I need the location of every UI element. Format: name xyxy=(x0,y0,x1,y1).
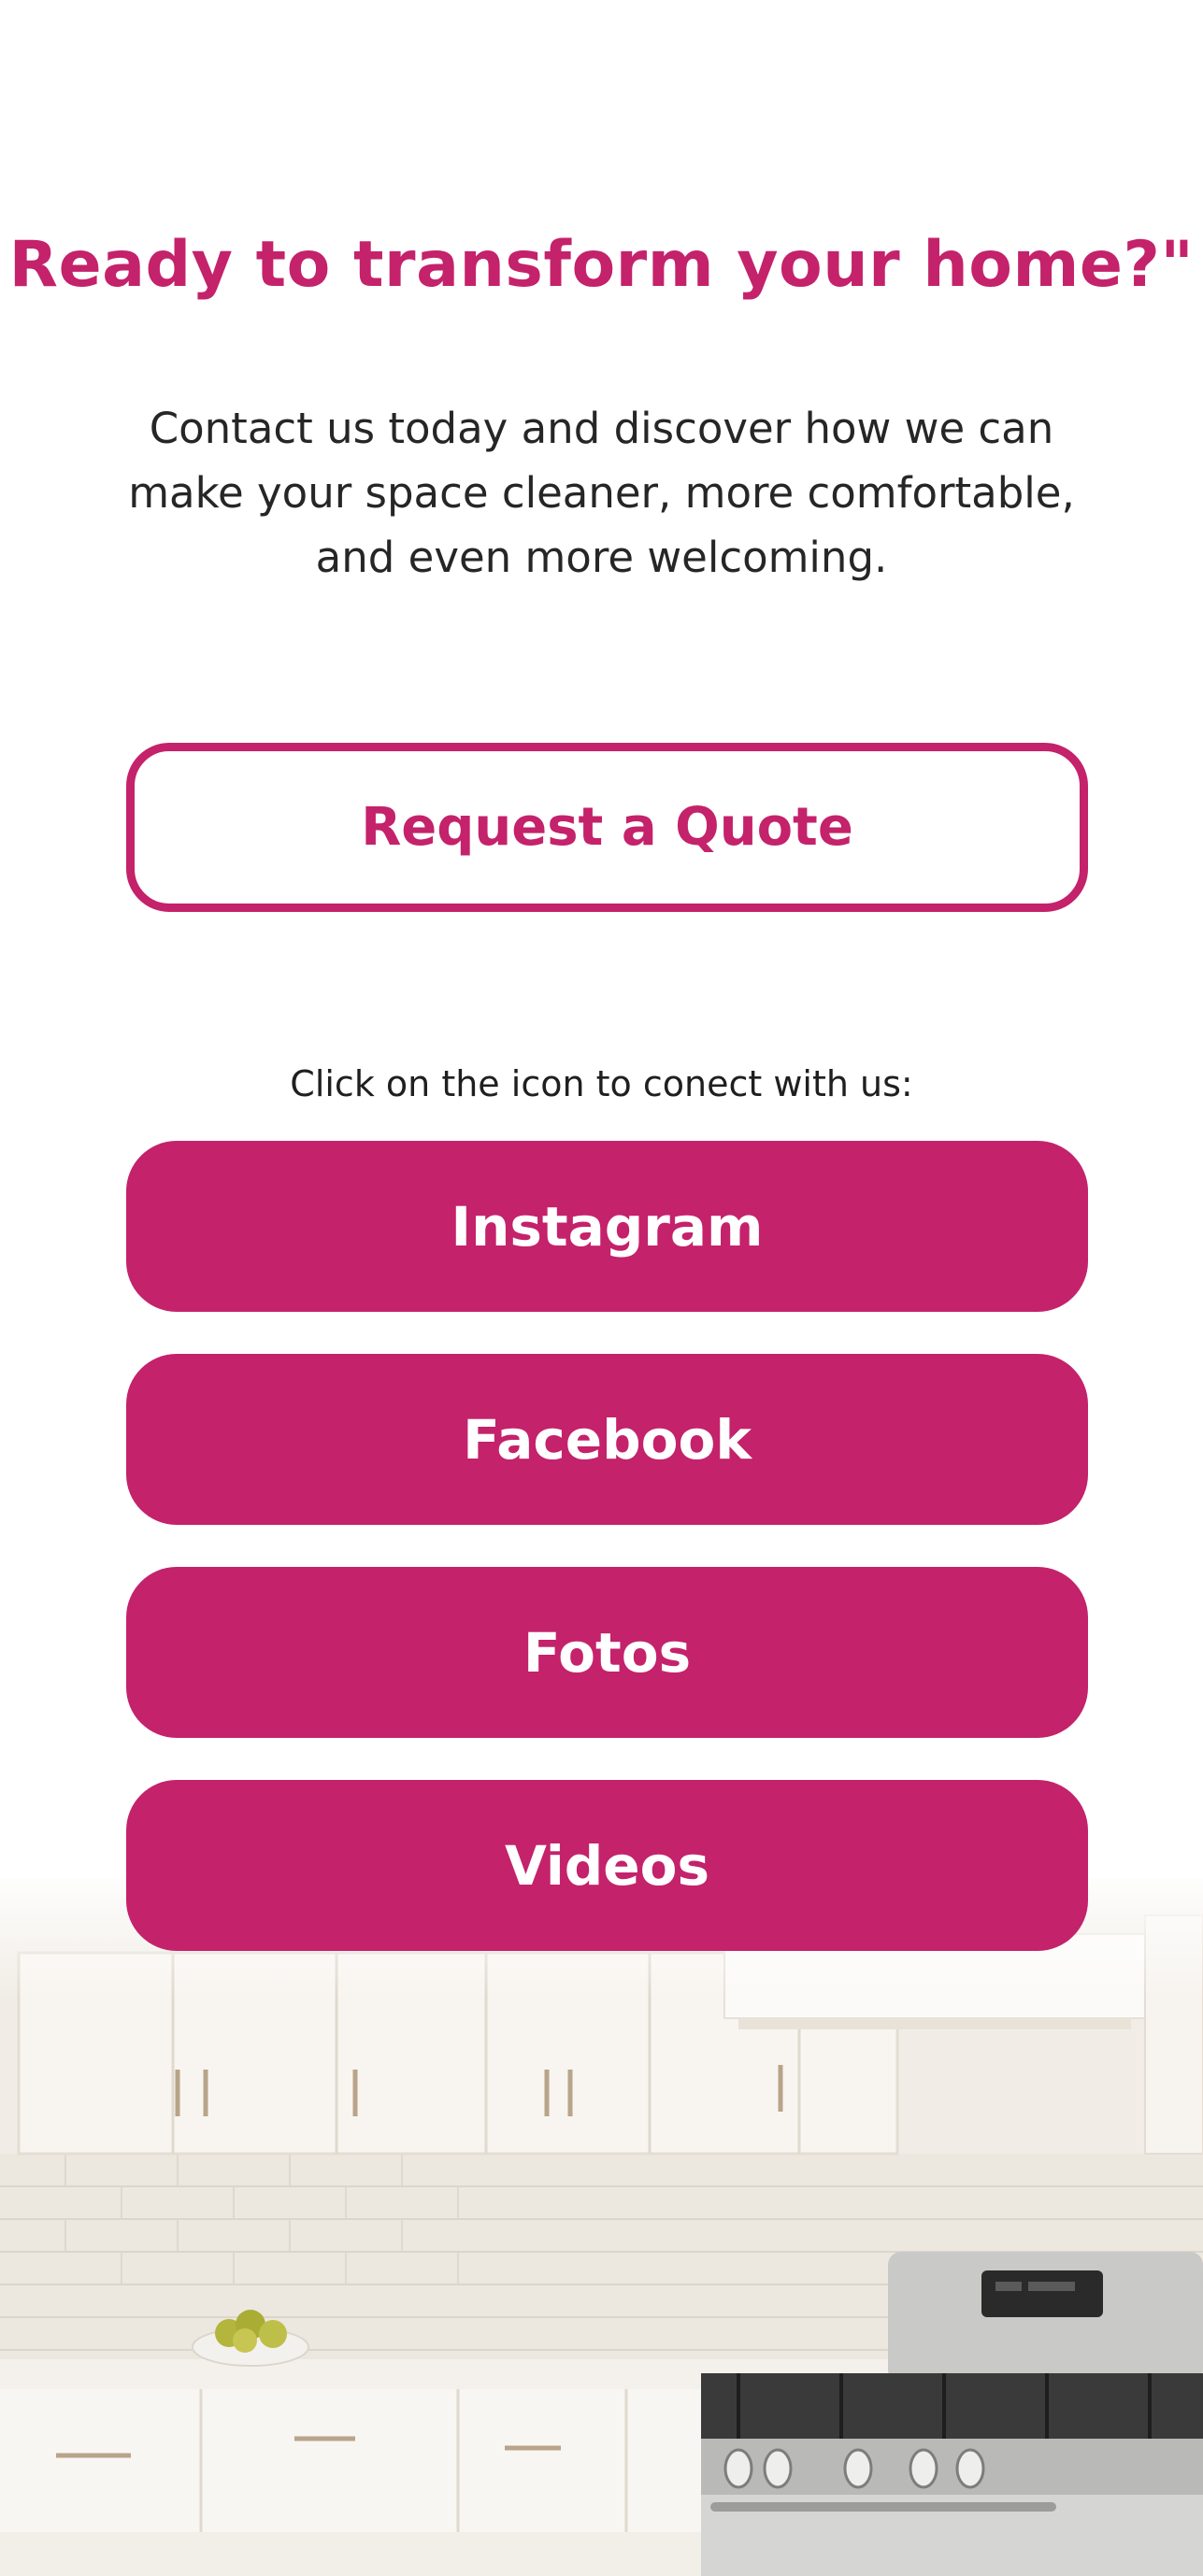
request-quote-button[interactable]: Request a Quote xyxy=(126,743,1088,912)
intro-text: Contact us today and discover how we can… xyxy=(128,404,1075,582)
photos-button[interactable]: Fotos xyxy=(126,1567,1088,1738)
cta-page: Ready to transform your home?" Contact u… xyxy=(0,0,1203,2576)
facebook-button[interactable]: Facebook xyxy=(126,1354,1088,1525)
instagram-button[interactable]: Instagram xyxy=(126,1141,1088,1312)
page-title: Ready to transform your home?" xyxy=(8,228,1195,302)
videos-button[interactable]: Videos xyxy=(126,1780,1088,1951)
connect-label: Click on the icon to conect with us: xyxy=(290,1063,913,1104)
